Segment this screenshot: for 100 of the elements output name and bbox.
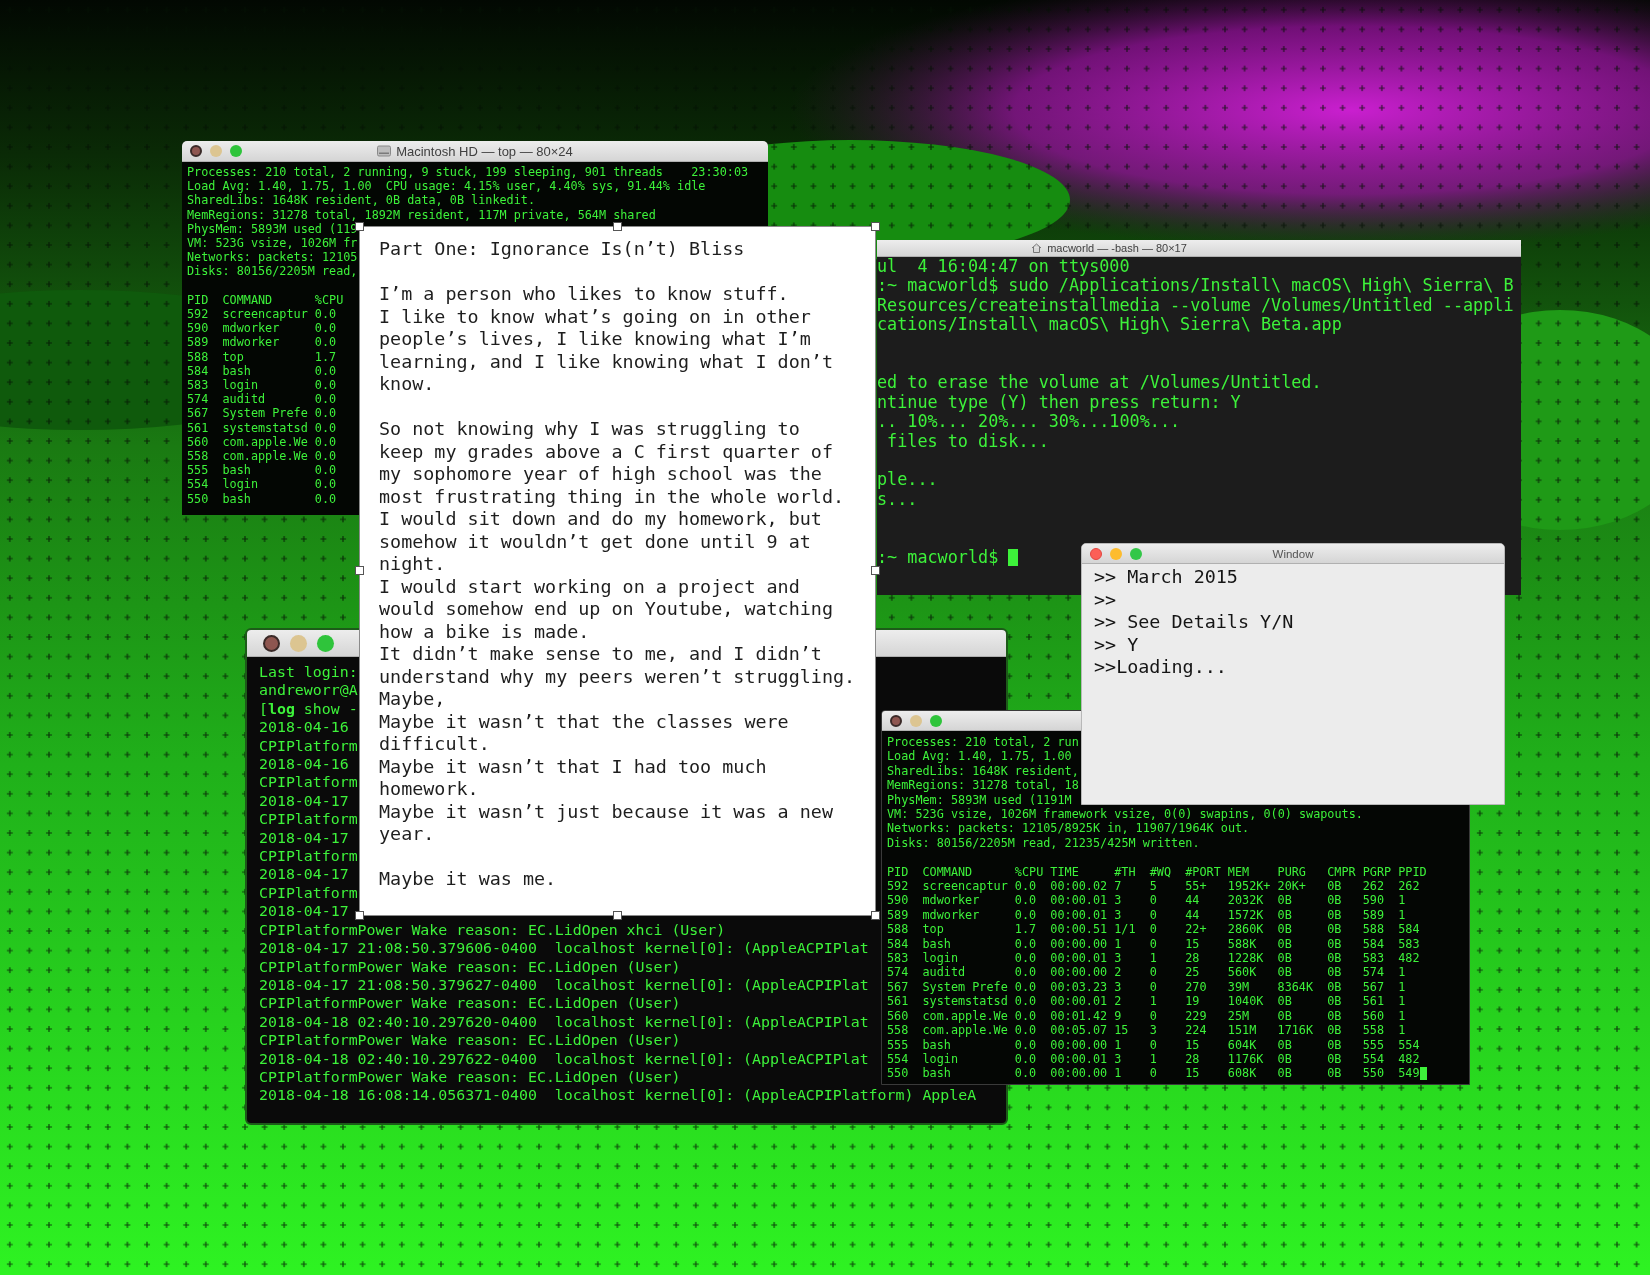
table-cell: 583 — [1398, 936, 1420, 952]
table-cell-text: systemstatsd — [922, 994, 1009, 1009]
table-cell-text: 00:00.00 — [1050, 1037, 1109, 1052]
text-line: understand why my peers weren’t struggling. — [379, 665, 856, 688]
table-cell-text: 0.0 — [1014, 1008, 1038, 1024]
text-line: So not knowing why I was struggling to — [379, 418, 800, 441]
table-cell-text: screencaptur — [222, 307, 309, 322]
table-cell-text: 554 — [187, 477, 210, 492]
table-cell-text: 1 — [1149, 951, 1158, 966]
table-cell-text: 574 — [187, 392, 210, 407]
table-cell-text: 00:03.23 — [1050, 979, 1109, 995]
terminal-line: Load Avg: 1.40, 1.75, 1.00 CPU usage: 4.15% user, 4.40% sys, 91.44% idle — [187, 179, 706, 194]
terminal-line: :~ macworld$ — [877, 548, 1000, 568]
table-cell-text: top — [222, 349, 245, 364]
column-header: COMMAND — [922, 864, 974, 880]
table-cell-text: 15 — [1114, 1023, 1130, 1038]
table-cell-text: 0B — [1327, 951, 1343, 966]
terminal-line: PhysMem: 5893M used (1191M — [887, 792, 1072, 808]
drive-icon — [377, 145, 392, 157]
table-cell-text: screencaptur — [922, 879, 1009, 894]
table-cell-text: 28 — [1185, 1051, 1201, 1067]
table-cell-text: 604K — [1227, 1037, 1258, 1052]
terminal-line: andreworr@A — [259, 681, 358, 700]
table-cell-text: 15 — [1185, 1037, 1201, 1052]
table-cell-text: 0B — [1327, 922, 1343, 937]
terminal-line: ntinue type (Y) then press return: Y — [877, 392, 1241, 413]
terminal-line: Load Avg: 1.40, 1.75, 1.00 — [887, 749, 1072, 764]
table-cell-text: top — [922, 922, 945, 937]
terminal-line: ple... — [877, 470, 938, 490]
close-button[interactable] — [263, 634, 280, 652]
table-cell-text: 0.0 — [1014, 879, 1038, 894]
resize-handle[interactable] — [871, 222, 880, 231]
table-cell-text: 0 — [1149, 936, 1158, 952]
table-cell-text: 0 — [1149, 979, 1158, 995]
table-cell-text: 0.0 — [314, 463, 338, 478]
terminal-line: CPIPlatform — [259, 736, 358, 756]
table-cell-text: 0B — [1277, 994, 1293, 1009]
table-cell-text: 588 — [887, 922, 910, 937]
text-line: somehow it wouldn’t get done until 9 at — [379, 530, 811, 553]
table-cell-text: 588 — [1362, 922, 1386, 937]
text-line: most frustrating thing in the whole world. — [379, 485, 845, 508]
table-cell-text: 25 — [1185, 965, 1201, 980]
table-cell: 1 — [1398, 907, 1406, 923]
text-line: how a bike is made. — [379, 620, 590, 643]
terminal-line: Resources/createinstallmedia --volume /Volumes/Untitled --appli — [877, 295, 1514, 316]
table-cell-text: 584 — [187, 363, 210, 379]
table-cell-text: 0B — [1327, 994, 1343, 1009]
table-cell-text: 20K+ — [1277, 879, 1307, 894]
text-line: I’m a person who likes to know stuff. — [379, 283, 789, 306]
table-cell-text: 00:01.42 — [1050, 1008, 1109, 1024]
text-line: Maybe it was me. — [379, 868, 557, 891]
table-cell-text: 00:00.00 — [1050, 965, 1109, 980]
table-cell-text: auditd — [922, 965, 967, 980]
resize-handle[interactable] — [355, 911, 364, 920]
table-cell-text: 0B — [1327, 936, 1343, 952]
table-cell-text: 561 — [1362, 994, 1386, 1009]
resize-handle[interactable] — [612, 911, 622, 920]
table-cell-text: 0B — [1327, 907, 1343, 923]
table-cell-text: 592 — [187, 307, 210, 322]
table-cell-text: 1 — [1114, 936, 1123, 952]
terminal-line: :~ macworld$ sudo /Applications/Install\ macOS\ High\ Sierra\ B — [877, 276, 1514, 296]
table-cell-text: 28 — [1185, 951, 1201, 966]
table-cell-text: 0B — [1327, 965, 1343, 980]
column-header: %CPU — [314, 292, 344, 307]
table-cell-text: 550 — [887, 1066, 910, 1081]
resize-handle[interactable] — [871, 566, 880, 575]
table-cell-text: 0B — [1277, 922, 1293, 937]
text-line: would somehow end up on Youtube, watching — [379, 598, 833, 621]
text-line: Maybe it wasn’t that I had too much — [379, 755, 767, 778]
table-cell-text: 1.7 — [1014, 922, 1038, 937]
table-cell-text: 00:00.51 — [1050, 922, 1109, 937]
table-cell-text: 3 — [1114, 907, 1123, 923]
close-button[interactable] — [890, 714, 902, 727]
resize-handle[interactable] — [355, 222, 364, 231]
terminal-line: 2018-04-17 21:08:50.379606-0400 localhost kernel[0]: (AppleACPIPlat — [259, 939, 869, 958]
table-cell-text: 560 — [887, 1008, 910, 1024]
table-cell-text: 0B — [1327, 1008, 1343, 1024]
text-line: Maybe, — [379, 688, 446, 711]
table-cell-text: 590 — [187, 321, 210, 336]
table-cell-text: 589 — [887, 907, 910, 923]
close-button[interactable] — [190, 145, 202, 157]
table-cell-text: 3 — [1114, 893, 1123, 908]
terminal-line: Processes: 210 total, 2 run — [887, 735, 1079, 750]
table-cell-text: mdworker — [922, 907, 981, 923]
table-cell-text: 561 — [887, 994, 910, 1009]
table-cell-text: 0.0 — [1014, 893, 1038, 908]
resize-handle[interactable] — [612, 222, 622, 231]
table-cell-text: 1228K — [1227, 951, 1265, 966]
table-cell: 1 — [1398, 979, 1406, 995]
table-cell-text: com.apple.We — [222, 449, 309, 464]
table-cell-text: 590 — [887, 893, 910, 908]
table-cell-text: 9 — [1114, 1008, 1123, 1024]
table-cell-text: mdworker — [222, 335, 281, 350]
resize-handle[interactable] — [871, 911, 880, 920]
terminal-line: Disks: 80156/2205M read, — [187, 264, 358, 279]
terminal-line: Disks: 80156/2205M read, 21235/425M written. — [887, 835, 1200, 851]
table-cell-text: 0B — [1327, 879, 1343, 894]
text-line: people’s lives, I like knowing what I’m — [379, 328, 811, 351]
resize-handle[interactable] — [355, 566, 364, 575]
terminal-line: MemRegions: 31278 total, 18 — [887, 778, 1079, 793]
